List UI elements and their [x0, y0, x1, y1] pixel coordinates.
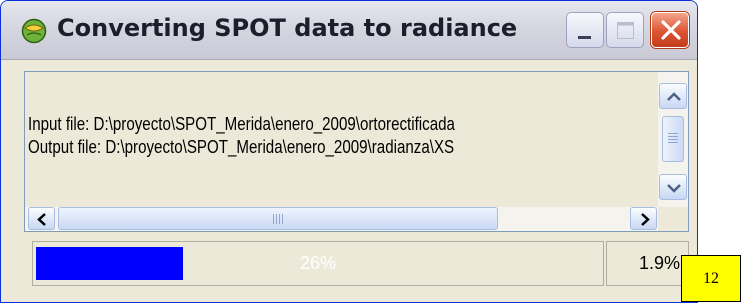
progress-label: 26% [299, 253, 337, 273]
horizontal-scroll-thumb[interactable] [58, 207, 498, 230]
chevron-left-icon [37, 213, 46, 226]
log-output[interactable]: Input file: D:\proyecto\SPOT_Merida\ener… [24, 71, 689, 232]
scroll-down-button[interactable] [659, 174, 687, 200]
globe-icon [21, 18, 47, 44]
chevron-up-icon [667, 92, 681, 101]
chevron-down-icon [667, 184, 681, 193]
grip-line [282, 214, 283, 224]
grip-line [668, 136, 678, 137]
maximize-icon [617, 22, 634, 39]
grip-line [276, 214, 277, 224]
output-file-line: Output file: D:\proyecto\SPOT_Merida\ene… [28, 137, 455, 157]
minimize-icon [578, 36, 591, 39]
progress-dialog: Converting SPOT data to radiance Input f… [0, 0, 698, 303]
grip-line [668, 133, 678, 134]
scrollbar-corner [658, 207, 688, 231]
grip-line [668, 142, 678, 143]
page-number-box: 12 [681, 255, 741, 302]
close-icon [661, 20, 681, 40]
progress-bar: 26% [32, 241, 604, 286]
scroll-right-button[interactable] [630, 207, 657, 230]
vertical-scrollbar[interactable] [658, 72, 688, 208]
window-title: Converting SPOT data to radiance [57, 14, 518, 42]
close-button[interactable] [651, 12, 689, 48]
grip-line [273, 214, 274, 224]
title-bar[interactable]: Converting SPOT data to radiance [1, 1, 697, 60]
percent-value: 1.9% [638, 253, 680, 273]
grip-line [668, 139, 678, 140]
grip-line [279, 214, 280, 224]
scroll-left-button[interactable] [28, 207, 55, 230]
horizontal-scrollbar[interactable] [25, 207, 658, 231]
minimize-button[interactable] [566, 12, 604, 48]
vertical-scroll-thumb[interactable] [662, 116, 684, 162]
chevron-right-icon [641, 213, 650, 226]
scroll-up-button[interactable] [659, 83, 687, 109]
input-file-line: Input file: D:\proyecto\SPOT_Merida\ener… [28, 114, 455, 134]
percent-status: 1.9% [606, 241, 689, 286]
maximize-button[interactable] [606, 12, 644, 48]
